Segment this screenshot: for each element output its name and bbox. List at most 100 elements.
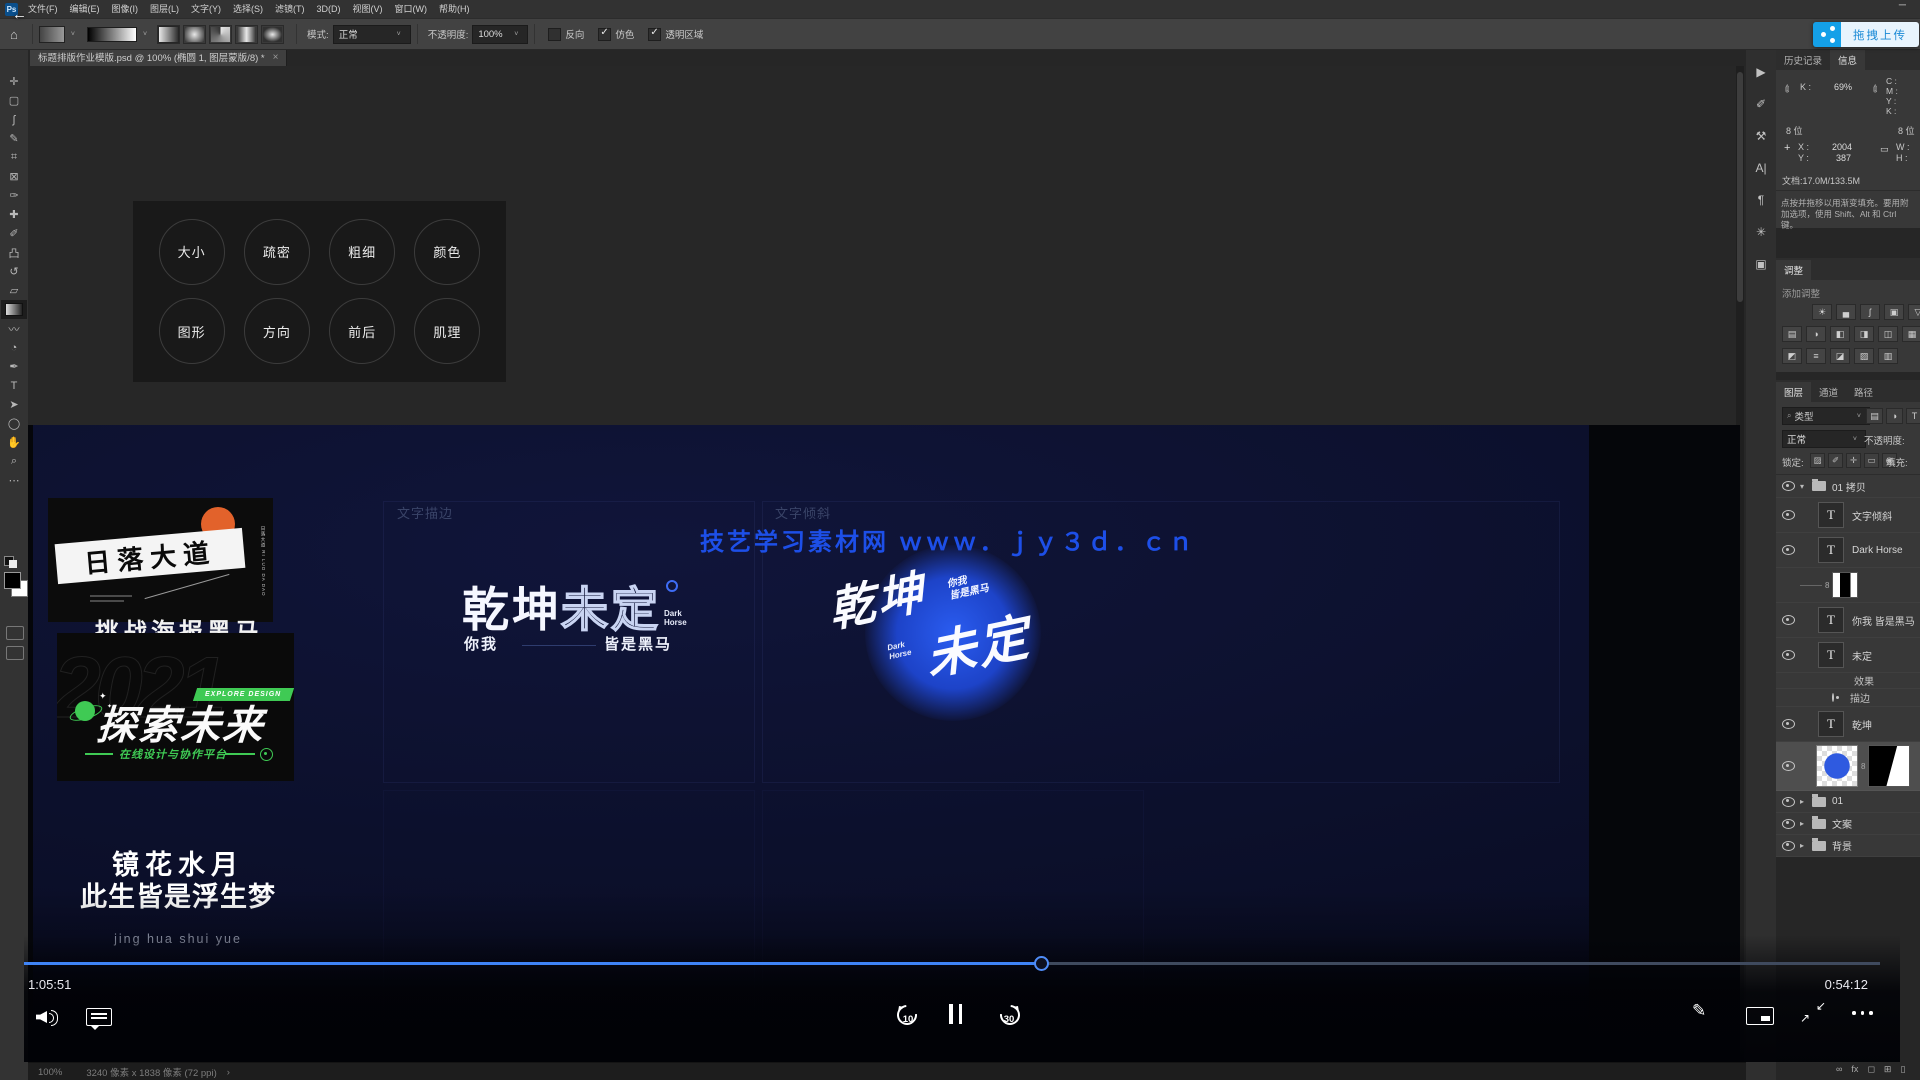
visibility-toggle[interactable] <box>1776 841 1800 851</box>
linear-gradient-button[interactable] <box>157 25 180 44</box>
crop-tool[interactable]: ⌗ <box>2 148 26 167</box>
filter-adjustment-layers-icon[interactable]: ◑ <box>1886 408 1903 424</box>
layer-row[interactable]: ▸ 8 8 背景 <box>1776 835 1920 857</box>
menu-item[interactable]: 文件(F) <box>22 0 64 18</box>
menu-item[interactable]: 3D(D) <box>311 0 347 18</box>
home-icon[interactable]: ⌂ <box>10 27 18 42</box>
link-layers-icon[interactable]: ∞ <box>1836 1064 1842 1075</box>
move-tool[interactable]: ✛ <box>2 72 26 91</box>
path-selection-tool[interactable]: ➤ <box>2 395 26 414</box>
layer-row[interactable]: 8 8 乾坤 <box>1776 707 1920 742</box>
reflected-gradient-button[interactable] <box>235 25 258 44</box>
option-checkbox[interactable]: 仿色 <box>598 27 634 41</box>
layer-row[interactable]: 8 8 效果 <box>1776 673 1920 689</box>
lasso-tool[interactable]: ʃ <box>2 110 26 129</box>
delete-layer-icon[interactable]: ▯ <box>1900 1064 1905 1075</box>
shape-layer-thumbnail[interactable] <box>1816 745 1858 787</box>
photo-filter-icon[interactable]: ◨ <box>1854 326 1874 342</box>
menu-item[interactable]: 图层(L) <box>144 0 185 18</box>
patterns-panel-icon[interactable]: ✳ <box>1749 220 1773 244</box>
blend-mode-select[interactable]: 正常˅ <box>333 25 411 44</box>
exit-fullscreen-button[interactable]: ↙↗ <box>1800 999 1826 1025</box>
layer-filter-select[interactable]: ⌕ 类型 ˅ <box>1782 407 1870 425</box>
layer-comps-panel-icon[interactable]: ▣ <box>1749 252 1773 276</box>
visibility-toggle[interactable] <box>1776 761 1800 771</box>
visibility-toggle[interactable] <box>1776 650 1800 660</box>
menu-item[interactable]: 编辑(E) <box>64 0 106 18</box>
close-tab-icon[interactable]: × <box>273 52 279 63</box>
mask-thumbnail[interactable] <box>1868 745 1910 787</box>
visibility-toggle[interactable] <box>1776 797 1800 807</box>
color-lookup-icon[interactable]: ▦ <box>1902 326 1920 342</box>
edit-button[interactable]: ✎ <box>1692 1001 1706 1021</box>
visibility-toggle[interactable] <box>1776 615 1800 625</box>
character-panel-icon[interactable]: A| <box>1749 156 1773 180</box>
lock-transparent-pixels-icon[interactable]: ▨ <box>1810 453 1825 468</box>
visibility-toggle[interactable] <box>1776 719 1800 729</box>
radial-gradient-button[interactable] <box>183 25 206 44</box>
dodge-tool[interactable]: ◔ <box>2 338 26 357</box>
screen-mode-button[interactable] <box>6 646 24 660</box>
menu-item[interactable]: 帮助(H) <box>433 0 476 18</box>
menu-item[interactable]: 滤镜(T) <box>269 0 311 18</box>
diamond-gradient-button[interactable] <box>261 25 284 44</box>
eyedropper-tool[interactable]: ✑ <box>2 186 26 205</box>
lock-image-pixels-icon[interactable]: ✐ <box>1828 453 1843 468</box>
brightness-contrast-icon[interactable]: ☀ <box>1812 304 1832 320</box>
gradient-tool[interactable] <box>1 300 27 319</box>
option-checkbox[interactable]: 透明区域 <box>648 27 703 41</box>
quick-mask-button[interactable] <box>6 626 24 640</box>
shape-tool[interactable]: ◯ <box>2 414 26 433</box>
menu-item[interactable]: 窗口(W) <box>389 0 434 18</box>
gradient-map-icon[interactable]: ▥ <box>1878 348 1898 364</box>
layer-effects-icon[interactable]: fx <box>1851 1064 1858 1075</box>
document-tab[interactable]: 标题排版作业模版.psd @ 100% (椭圆 1, 图层蒙版/8) * × <box>30 48 287 66</box>
clone-stamp-tool[interactable]: 凸 <box>2 243 26 262</box>
layer-row[interactable]: ▾ 8 8 01 拷贝 <box>1776 475 1920 498</box>
healing-brush-tool[interactable]: ✚ <box>2 205 26 224</box>
more-options-button[interactable] <box>1852 1011 1878 1017</box>
actions-panel-icon[interactable]: ▶ <box>1749 60 1773 84</box>
tab-info[interactable]: 信息 <box>1830 50 1865 70</box>
filter-pixel-layers-icon[interactable]: ▤ <box>1866 408 1883 424</box>
gradient-dropdown-icon[interactable]: ˅ <box>143 31 147 38</box>
layer-blend-mode-select[interactable]: 正常˅ <box>1782 430 1866 448</box>
type-tool[interactable]: T <box>2 376 26 395</box>
zoom-level[interactable]: 100% <box>38 1067 62 1078</box>
menu-item[interactable]: 文字(Y) <box>185 0 227 18</box>
visibility-toggle[interactable] <box>1776 510 1800 520</box>
option-checkbox[interactable]: 反向 <box>548 27 584 41</box>
filter-type-layers-icon[interactable]: T <box>1906 408 1920 424</box>
more-tools[interactable]: ⋯ <box>2 471 26 490</box>
minimize-button[interactable]: ─ <box>1899 0 1906 11</box>
layer-row[interactable]: ▸ 8 8 01 <box>1776 791 1920 813</box>
tab-channels[interactable]: 通道 <box>1811 382 1846 402</box>
gradient-preview[interactable] <box>87 27 137 42</box>
add-layer-mask-icon[interactable]: ◻ <box>1867 1064 1874 1075</box>
progress-bar[interactable] <box>24 962 1880 965</box>
levels-icon[interactable]: ▄ <box>1836 304 1856 320</box>
invert-icon[interactable]: ◩ <box>1782 348 1802 364</box>
selective-color-icon[interactable]: ▨ <box>1854 348 1874 364</box>
color-balance-icon[interactable]: ◑ <box>1806 326 1826 342</box>
vibrance-icon[interactable]: ▽ <box>1908 304 1920 320</box>
layer-row[interactable]: 8 8 描边 <box>1776 689 1920 707</box>
layer-row[interactable]: 8 8 文字倾斜 <box>1776 498 1920 533</box>
frame-tool[interactable]: ⊠ <box>2 167 26 186</box>
mini-player-button[interactable] <box>1746 1007 1774 1025</box>
curves-icon[interactable]: ʃ <box>1860 304 1880 320</box>
expand-toggle[interactable]: ▸ <box>1800 797 1812 806</box>
tab-history[interactable]: 历史记录 <box>1776 50 1830 70</box>
paragraph-panel-icon[interactable]: ¶ <box>1749 188 1773 212</box>
layer-row[interactable]: 8 8 Dark Horse <box>1776 533 1920 568</box>
skip-forward-30-button[interactable]: 30 <box>994 1002 1024 1030</box>
drag-upload-button[interactable]: 拖拽上传 <box>1813 22 1919 47</box>
posterize-icon[interactable]: ≡ <box>1806 348 1826 364</box>
angle-gradient-button[interactable] <box>209 25 232 44</box>
expand-toggle[interactable]: ▸ <box>1800 841 1812 850</box>
exposure-icon[interactable]: ▣ <box>1884 304 1904 320</box>
lock-artboard-icon[interactable]: ▭ <box>1864 453 1879 468</box>
mask-thumbnail[interactable] <box>1832 572 1858 598</box>
visibility-toggle[interactable] <box>1776 819 1800 829</box>
pen-tool[interactable]: ✒ <box>2 357 26 376</box>
